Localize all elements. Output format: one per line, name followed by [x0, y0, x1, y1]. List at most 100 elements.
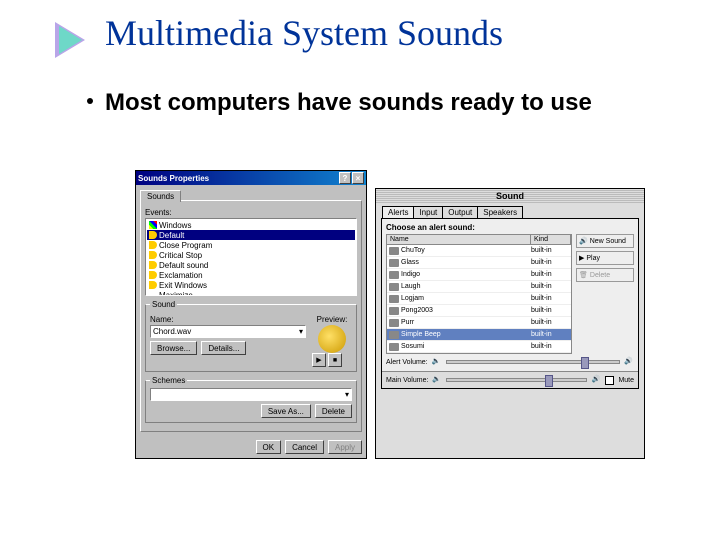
play-sound-button[interactable]: ▶Play — [576, 251, 634, 265]
name-label: Name: — [150, 315, 306, 324]
name-dropdown[interactable]: Chord.wav ▾ — [150, 325, 306, 338]
sound-icon — [389, 247, 399, 255]
new-sound-button[interactable]: 🔊New Sound — [576, 234, 634, 248]
alert-sound-row[interactable]: Laughbuilt-in — [387, 281, 571, 293]
col-kind[interactable]: Kind — [531, 235, 571, 244]
schemes-dropdown[interactable]: ▾ — [150, 388, 352, 401]
slider-thumb[interactable] — [581, 357, 589, 369]
volume-low-icon: 🔈 — [432, 375, 442, 385]
bullet-dot-icon — [87, 98, 93, 104]
sound-name: Indigo — [401, 271, 531, 278]
sound-icon — [149, 281, 157, 289]
sound-icon — [389, 319, 399, 327]
panel: Events: WindowsDefaultClose ProgramCriti… — [140, 200, 362, 432]
sound-name: Laugh — [401, 283, 531, 290]
alert-volume-slider[interactable] — [446, 360, 620, 364]
event-label: Exclamation — [159, 271, 203, 280]
event-item[interactable]: Windows — [147, 220, 355, 230]
mute-label: Mute — [618, 377, 634, 384]
event-item[interactable]: Maximize — [147, 290, 355, 296]
alert-sound-row[interactable]: Indigobuilt-in — [387, 269, 571, 281]
delete-scheme-button[interactable]: Delete — [315, 404, 352, 418]
close-button[interactable]: × — [352, 172, 364, 184]
alert-sound-row[interactable]: Sosumibuilt-in — [387, 341, 571, 353]
alert-sound-row[interactable]: Logjambuilt-in — [387, 293, 571, 305]
help-button[interactable]: ? — [339, 172, 351, 184]
sound-name: Purr — [401, 319, 531, 326]
titlebar: Sounds Properties ? × — [136, 171, 366, 185]
windows-sounds-dialog: Sounds Properties ? × Sounds Events: Win… — [135, 170, 367, 459]
play-button[interactable]: ▶ — [312, 353, 326, 367]
event-item[interactable]: Exclamation — [147, 270, 355, 280]
schemes-group: Schemes ▾ Save As... Delete — [145, 376, 357, 423]
slide-title: Multimedia System Sounds — [105, 12, 503, 54]
alert-sound-list[interactable]: Name Kind ChuToybuilt-inGlassbuilt-inInd… — [386, 234, 572, 354]
mute-checkbox[interactable] — [605, 376, 614, 385]
stop-button[interactable]: ■ — [328, 353, 342, 367]
alert-sound-row[interactable]: ChuToybuilt-in — [387, 245, 571, 257]
event-item[interactable]: Default — [147, 230, 355, 240]
titlebar-text: Sounds Properties — [138, 174, 338, 183]
ok-button[interactable]: OK — [256, 440, 282, 454]
choose-label: Choose an alert sound: — [386, 223, 634, 232]
event-item[interactable]: Close Program — [147, 240, 355, 250]
sound-name: Sosumi — [401, 343, 531, 350]
alert-sound-row[interactable]: Purrbuilt-in — [387, 317, 571, 329]
event-label: Maximize — [159, 291, 193, 297]
sound-icon — [389, 259, 399, 267]
main-volume-label: Main Volume: — [386, 377, 428, 384]
event-item[interactable]: Exit Windows — [147, 280, 355, 290]
speaker-icon: 🔊 — [579, 237, 588, 245]
tab-alerts[interactable]: Alerts — [382, 206, 414, 218]
tab-speakers[interactable]: Speakers — [477, 206, 523, 218]
sound-name: Simple Beep — [401, 331, 531, 338]
slider-thumb[interactable] — [545, 375, 553, 387]
alert-volume-label: Alert Volume: — [386, 359, 428, 366]
sound-kind: built-in — [531, 319, 571, 326]
events-label: Events: — [145, 208, 357, 217]
alert-sound-row[interactable]: Glassbuilt-in — [387, 257, 571, 269]
sound-name: Glass — [401, 259, 531, 266]
main-volume-slider[interactable] — [446, 378, 587, 382]
alert-sound-row[interactable]: Pong2003built-in — [387, 305, 571, 317]
play-icon: ▶ — [579, 254, 584, 262]
sound-name: Logjam — [401, 295, 531, 302]
apply-button[interactable]: Apply — [328, 440, 362, 454]
name-value: Chord.wav — [153, 327, 299, 336]
sound-kind: built-in — [531, 307, 571, 314]
col-name[interactable]: Name — [387, 235, 531, 244]
tab-input[interactable]: Input — [413, 206, 443, 218]
mac-button-column: 🔊New Sound ▶Play 🗑Delete — [576, 234, 634, 354]
event-label: Critical Stop — [159, 251, 202, 260]
saveas-button[interactable]: Save As... — [261, 404, 311, 418]
details-button[interactable]: Details... — [201, 341, 246, 355]
sound-group: Sound Name: Chord.wav ▾ Browse... Detail… — [145, 300, 357, 372]
speaker-icon — [318, 325, 346, 353]
slide-bullet: Most computers have sounds ready to use — [105, 88, 705, 118]
event-item[interactable]: Default sound — [147, 260, 355, 270]
events-listbox[interactable]: WindowsDefaultClose ProgramCritical Stop… — [145, 218, 357, 296]
browse-button[interactable]: Browse... — [150, 341, 197, 355]
sound-icon — [149, 261, 157, 269]
main-volume-bar: Main Volume: 🔈 🔊 Mute — [382, 371, 638, 388]
sound-kind: built-in — [531, 247, 571, 254]
dropdown-arrow-icon: ▾ — [299, 327, 303, 336]
alert-sound-row[interactable]: Simple Beepbuilt-in — [387, 329, 571, 341]
sound-kind: built-in — [531, 331, 571, 338]
tab-output[interactable]: Output — [442, 206, 478, 218]
sound-kind: built-in — [531, 343, 571, 350]
event-item[interactable]: Critical Stop — [147, 250, 355, 260]
event-label: Default sound — [159, 261, 208, 270]
sound-kind: built-in — [531, 283, 571, 290]
list-header: Name Kind — [387, 235, 571, 245]
sound-legend: Sound — [150, 300, 177, 309]
sound-kind: built-in — [531, 259, 571, 266]
tab-sounds[interactable]: Sounds — [140, 190, 181, 202]
footer-buttons: OK Cancel Apply — [136, 436, 366, 458]
volume-high-icon: 🔊 — [591, 375, 601, 385]
cancel-button[interactable]: Cancel — [285, 440, 324, 454]
bullet-text: Most computers have sounds ready to use — [105, 89, 592, 116]
sound-icon — [149, 241, 157, 249]
slide-arrow-icon — [55, 22, 85, 58]
trash-icon: 🗑 — [579, 271, 588, 279]
